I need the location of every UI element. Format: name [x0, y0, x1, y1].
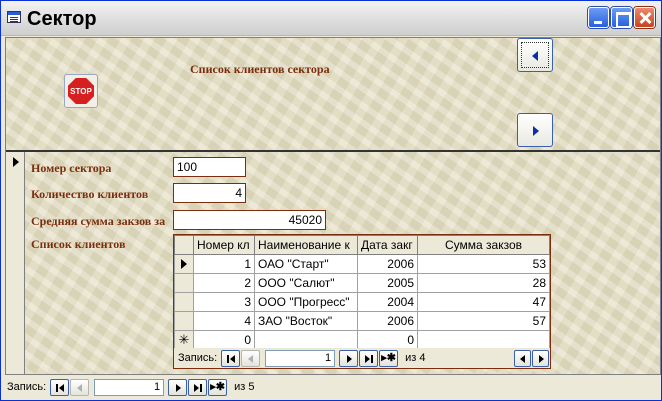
table-cell[interactable]: 28: [417, 273, 550, 293]
detail-section: Номер сектора 100 Количество клиентов 4 …: [25, 152, 660, 374]
last-record-icon[interactable]: [188, 378, 208, 396]
average-sum-label: Средняя сумма закзов за: [31, 214, 166, 228]
column-header[interactable]: Дата закг: [357, 235, 418, 255]
form-icon: [7, 11, 21, 23]
table-header-row: Номер кл Наименование к Дата закг Сумма …: [174, 235, 550, 255]
table-cell[interactable]: 2006: [357, 254, 418, 274]
form-header: Список клиентов сектора STOP: [6, 38, 660, 150]
table-cell[interactable]: 0: [357, 330, 418, 350]
table-row[interactable]: 1 ОАО "Старт" 2006 53: [174, 254, 550, 274]
next-record-icon[interactable]: [339, 349, 359, 367]
record-count: из 5: [234, 381, 255, 393]
table-row[interactable]: 4 ЗАО "Восток" 2006 57: [174, 311, 550, 331]
table-cell[interactable]: [417, 330, 550, 350]
subform-navigation-bar: Запись: 1 ▸✱ из 4: [174, 348, 550, 368]
header-title: Список клиентов сектора: [190, 62, 330, 76]
close-button[interactable]: [634, 7, 655, 28]
new-record-button-icon[interactable]: ▸✱: [379, 349, 399, 367]
table-cell[interactable]: 3: [193, 292, 255, 312]
column-header[interactable]: Наименование к: [254, 235, 358, 255]
stop-button[interactable]: STOP: [64, 74, 98, 108]
form-window: Сектор Список клиентов сектора STOP Номе…: [0, 0, 662, 401]
table-row[interactable]: 2 ООО "Салют" 2005 28: [174, 273, 550, 293]
row-selector[interactable]: [174, 311, 194, 331]
table-cell[interactable]: 53: [417, 254, 550, 274]
table-cell[interactable]: [254, 330, 358, 350]
row-selector[interactable]: [174, 273, 194, 293]
client-count-label: Количество клиентов: [31, 187, 149, 201]
record-selector[interactable]: [6, 152, 25, 374]
average-sum-field[interactable]: 45020: [173, 210, 326, 230]
form-body: Список клиентов сектора STOP Номер секто…: [5, 37, 661, 375]
table-cell[interactable]: 2: [193, 273, 255, 293]
table-cell[interactable]: ЗАО "Восток": [254, 311, 358, 331]
current-row-pointer-icon[interactable]: [174, 254, 194, 274]
next-record-icon[interactable]: [168, 378, 188, 396]
record-label: Запись:: [7, 381, 47, 393]
new-record-icon[interactable]: ✳: [174, 330, 194, 350]
sector-number-field[interactable]: 100: [173, 157, 246, 177]
last-record-icon[interactable]: [359, 349, 379, 367]
new-record-row[interactable]: ✳ 0 0: [174, 330, 550, 350]
table-cell[interactable]: ОАО "Старт": [254, 254, 358, 274]
table-cell[interactable]: 57: [417, 311, 550, 331]
record-count: из 4: [405, 352, 426, 364]
table-cell[interactable]: 2004: [357, 292, 418, 312]
previous-record-icon[interactable]: [241, 349, 261, 367]
client-list-label: Список клиентов: [31, 237, 126, 251]
maximize-button[interactable]: [611, 7, 632, 28]
client-count-field[interactable]: 4: [173, 183, 246, 203]
next-sector-button[interactable]: [517, 113, 553, 147]
select-all-cell[interactable]: [174, 235, 194, 255]
scroll-right-icon[interactable]: [532, 349, 549, 367]
table-cell[interactable]: 2006: [357, 311, 418, 331]
table-cell[interactable]: 2005: [357, 273, 418, 293]
table-cell[interactable]: 0: [193, 330, 255, 350]
table-row[interactable]: 3 ООО "Прогресс" 2004 47: [174, 292, 550, 312]
window-title: Сектор: [27, 8, 97, 30]
stop-icon: STOP: [68, 78, 94, 104]
first-record-icon[interactable]: [221, 349, 241, 367]
clients-subform: Номер кл Наименование к Дата закг Сумма …: [173, 234, 551, 369]
minimize-button[interactable]: [588, 7, 609, 28]
form-detail: Номер сектора 100 Количество клиентов 4 …: [6, 150, 660, 374]
form-navigation-bar: Запись: 1 ▸✱ из 5: [7, 377, 255, 397]
scroll-left-icon[interactable]: [514, 349, 531, 367]
row-selector[interactable]: [174, 292, 194, 312]
previous-record-icon[interactable]: [70, 378, 90, 396]
table-cell[interactable]: ООО "Салют": [254, 273, 358, 293]
record-number-input[interactable]: 1: [94, 378, 165, 396]
previous-sector-button[interactable]: [517, 38, 553, 72]
first-record-icon[interactable]: [50, 378, 70, 396]
sector-number-label: Номер сектора: [31, 161, 112, 175]
record-number-input[interactable]: 1: [265, 349, 336, 367]
table-cell[interactable]: 47: [417, 292, 550, 312]
title-bar[interactable]: Сектор: [1, 1, 661, 36]
table-cell[interactable]: ООО "Прогресс": [254, 292, 358, 312]
column-header[interactable]: Сумма закзов: [417, 235, 550, 255]
clients-table: Номер кл Наименование к Дата закг Сумма …: [174, 235, 550, 350]
new-record-button-icon[interactable]: ▸✱: [208, 378, 228, 396]
table-cell[interactable]: 4: [193, 311, 255, 331]
record-label: Запись:: [178, 352, 218, 364]
table-cell[interactable]: 1: [193, 254, 255, 274]
column-header[interactable]: Номер кл: [193, 235, 255, 255]
horizontal-scrollbar[interactable]: [514, 349, 550, 367]
